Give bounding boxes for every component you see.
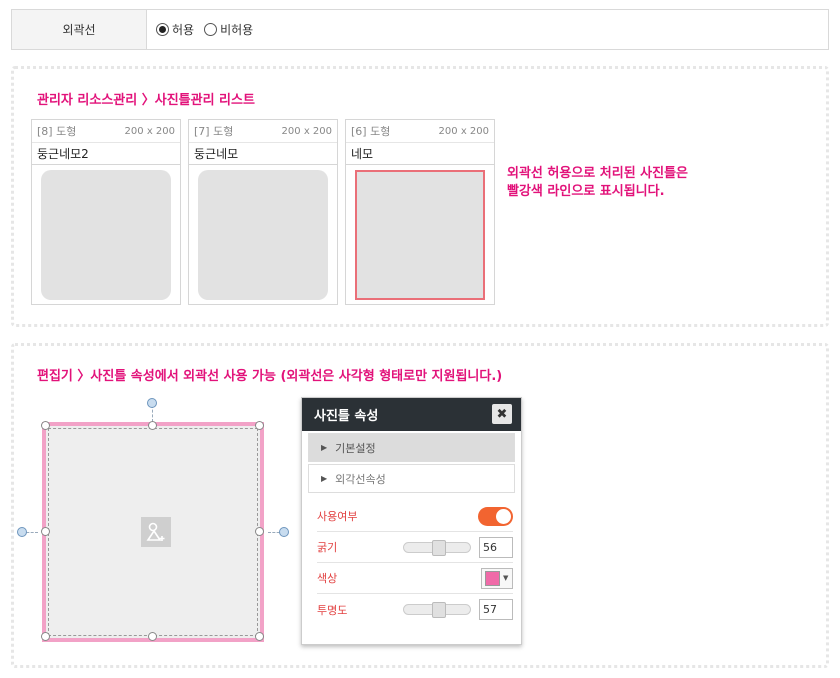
frame-card-thumbnail-outlined bbox=[355, 170, 485, 300]
opacity-slider[interactable] bbox=[403, 602, 471, 618]
frame-card-header: [8] 도형 200 x 200 bbox=[32, 120, 180, 143]
panel-header: 사진틀 속성 ✖ bbox=[302, 398, 521, 431]
panel-title: 사진틀 속성 bbox=[314, 409, 379, 424]
frame-card-name: 둥근네모 bbox=[189, 143, 337, 165]
radio-disallow[interactable]: 비허용 bbox=[204, 21, 253, 38]
frame-card-thumbnail bbox=[198, 170, 328, 300]
resize-handle-left[interactable] bbox=[41, 527, 50, 536]
outline-radio-group: 허용 비허용 bbox=[147, 10, 253, 49]
resize-handle-top-left[interactable] bbox=[41, 421, 50, 430]
left-extension-handle[interactable] bbox=[17, 527, 27, 537]
triangle-right-icon: ▶ bbox=[321, 474, 328, 483]
outline-option-row: 외곽선 허용 비허용 bbox=[11, 9, 829, 50]
close-icon[interactable]: ✖ bbox=[492, 404, 512, 424]
thickness-input[interactable] bbox=[479, 536, 513, 558]
frame-card-header: [6] 도형 200 x 200 bbox=[346, 120, 494, 143]
outline-note-line: 빨강색 라인으로 표시됩니다. bbox=[507, 184, 665, 199]
frame-card-number: [8] 도형 bbox=[37, 125, 77, 138]
photo-frame[interactable] bbox=[42, 422, 264, 642]
frame-list-title: 관리자 리소스관리 〉사진틀관리 리스트 bbox=[37, 93, 255, 108]
right-extension-handle[interactable] bbox=[279, 527, 289, 537]
rotation-handle[interactable] bbox=[147, 398, 157, 408]
frame-card-header: [7] 도형 200 x 200 bbox=[189, 120, 337, 143]
resize-handle-right[interactable] bbox=[255, 527, 264, 536]
prop-row-thickness: 굵기 bbox=[317, 532, 513, 563]
prop-row-opacity: 투명도 bbox=[317, 594, 513, 625]
prop-use-label: 사용여부 bbox=[317, 510, 358, 523]
radio-allow[interactable]: 허용 bbox=[156, 21, 194, 38]
frame-card[interactable]: [6] 도형 200 x 200 네모 bbox=[345, 119, 495, 305]
outline-note-line: 외곽선 허용으로 처리된 사진틀은 bbox=[507, 166, 689, 181]
frame-card-size: 200 x 200 bbox=[438, 125, 489, 137]
frame-card-number: [7] 도형 bbox=[194, 125, 234, 138]
opacity-slider-knob[interactable] bbox=[432, 602, 446, 618]
thickness-control bbox=[403, 536, 513, 558]
resize-handle-bottom-left[interactable] bbox=[41, 632, 50, 641]
radio-disallow-label: 비허용 bbox=[220, 23, 254, 37]
frame-card-thumbnail bbox=[41, 170, 171, 300]
accordion-label: 외각선속성 bbox=[335, 472, 386, 486]
radio-allow-dot[interactable] bbox=[156, 23, 169, 36]
accordion-outline-properties[interactable]: ▶ 외각선속성 bbox=[308, 464, 515, 493]
chevron-down-icon: ▼ bbox=[503, 574, 509, 582]
prop-row-color: 색상 ▼ bbox=[317, 563, 513, 594]
frame-properties-panel: 사진틀 속성 ✖ ▶ 기본설정 ▶ 외각선속성 사용여부 굵기 56 색상 ▼ … bbox=[301, 397, 522, 645]
frame-card-name: 둥근네모2 bbox=[32, 143, 180, 165]
radio-disallow-dot[interactable] bbox=[204, 23, 218, 36]
resize-handle-top-right[interactable] bbox=[255, 421, 264, 430]
prop-color-label: 색상 bbox=[317, 572, 338, 585]
accordion-basic-settings[interactable]: ▶ 기본설정 bbox=[308, 433, 515, 462]
color-swatch bbox=[485, 570, 500, 586]
shapes-icon[interactable] bbox=[141, 517, 171, 547]
frame-card-size: 200 x 200 bbox=[124, 125, 175, 137]
frame-list-section: 관리자 리소스관리 〉사진틀관리 리스트 [8] 도형 200 x 200 둥근… bbox=[11, 66, 829, 327]
triangle-right-icon: ▶ bbox=[321, 443, 328, 452]
opacity-input[interactable] bbox=[479, 599, 513, 620]
thickness-slider-knob[interactable] bbox=[432, 539, 446, 556]
use-toggle[interactable] bbox=[478, 506, 513, 526]
editor-title: 편집기 〉사진틀 속성에서 외곽선 사용 가능 (외곽선은 사각형 형태로만 지… bbox=[37, 369, 503, 384]
resize-handle-top[interactable] bbox=[148, 421, 157, 430]
editor-section: 편집기 〉사진틀 속성에서 외곽선 사용 가능 (외곽선은 사각형 형태로만 지… bbox=[11, 343, 829, 668]
frame-card-name: 네모 bbox=[346, 143, 494, 165]
resize-handle-bottom-right[interactable] bbox=[255, 632, 264, 641]
radio-allow-label: 허용 bbox=[172, 23, 195, 37]
opacity-control bbox=[403, 599, 513, 620]
frame-card-number: [6] 도형 bbox=[351, 125, 391, 138]
frame-card[interactable]: [8] 도형 200 x 200 둥근네모2 bbox=[31, 119, 181, 305]
frame-card[interactable]: [7] 도형 200 x 200 둥근네모 bbox=[188, 119, 338, 305]
thickness-slider[interactable] bbox=[403, 539, 471, 556]
photo-frame-canvas[interactable] bbox=[17, 398, 289, 642]
accordion-label: 기본설정 bbox=[335, 441, 376, 455]
prop-opacity-label: 투명도 bbox=[317, 603, 348, 617]
frame-card-size: 200 x 200 bbox=[281, 125, 332, 137]
outline-option-label: 외곽선 bbox=[12, 10, 147, 49]
color-picker[interactable]: ▼ bbox=[481, 567, 513, 589]
prop-row-use: 사용여부 bbox=[317, 501, 513, 532]
outline-note: 외곽선 허용으로 처리된 사진틀은 빨강색 라인으로 표시됩니다. bbox=[507, 165, 688, 201]
prop-thickness-label: 굵기 bbox=[317, 541, 338, 554]
outline-property-list: 사용여부 굵기 색상 ▼ 투명도 bbox=[317, 501, 513, 625]
resize-handle-bottom[interactable] bbox=[148, 632, 157, 641]
